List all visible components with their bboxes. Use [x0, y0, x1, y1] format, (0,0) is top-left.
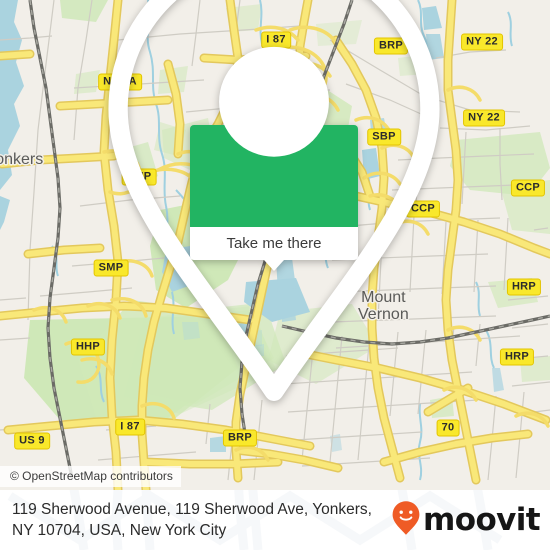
- address-text: 119 Sherwood Avenue, 119 Sherwood Ave, Y…: [12, 501, 372, 539]
- shield-brp-south: BRP: [222, 429, 258, 447]
- moovit-logo[interactable]: moovit: [391, 500, 541, 541]
- popup-image-placeholder: [108, 0, 440, 401]
- map-canvas[interactable]: Yonkers Mount Vernon I 87 BRP NY 22 NY 9…: [0, 0, 550, 490]
- map-pin-icon: [0, 0, 549, 421]
- osm-attribution[interactable]: © OpenStreetMap contributors: [0, 466, 181, 487]
- moovit-pin-icon: [391, 500, 421, 541]
- location-popup-card[interactable]: Take me there: [108, 0, 440, 401]
- popup-tail-pointer: [264, 260, 284, 271]
- shield-i-87-south: I 87: [115, 418, 145, 436]
- footer-bar: 119 Sherwood Avenue, 119 Sherwood Ave, Y…: [0, 490, 550, 550]
- footer-content: 119 Sherwood Avenue, 119 Sherwood Ave, Y…: [0, 490, 550, 550]
- moovit-wordmark: moovit: [423, 501, 541, 538]
- take-me-there-label: Take me there: [226, 235, 322, 252]
- shield-us-9: US 9: [14, 432, 50, 450]
- map-screenshot: Yonkers Mount Vernon I 87 BRP NY 22 NY 9…: [0, 0, 550, 550]
- shield-70: 70: [436, 419, 460, 437]
